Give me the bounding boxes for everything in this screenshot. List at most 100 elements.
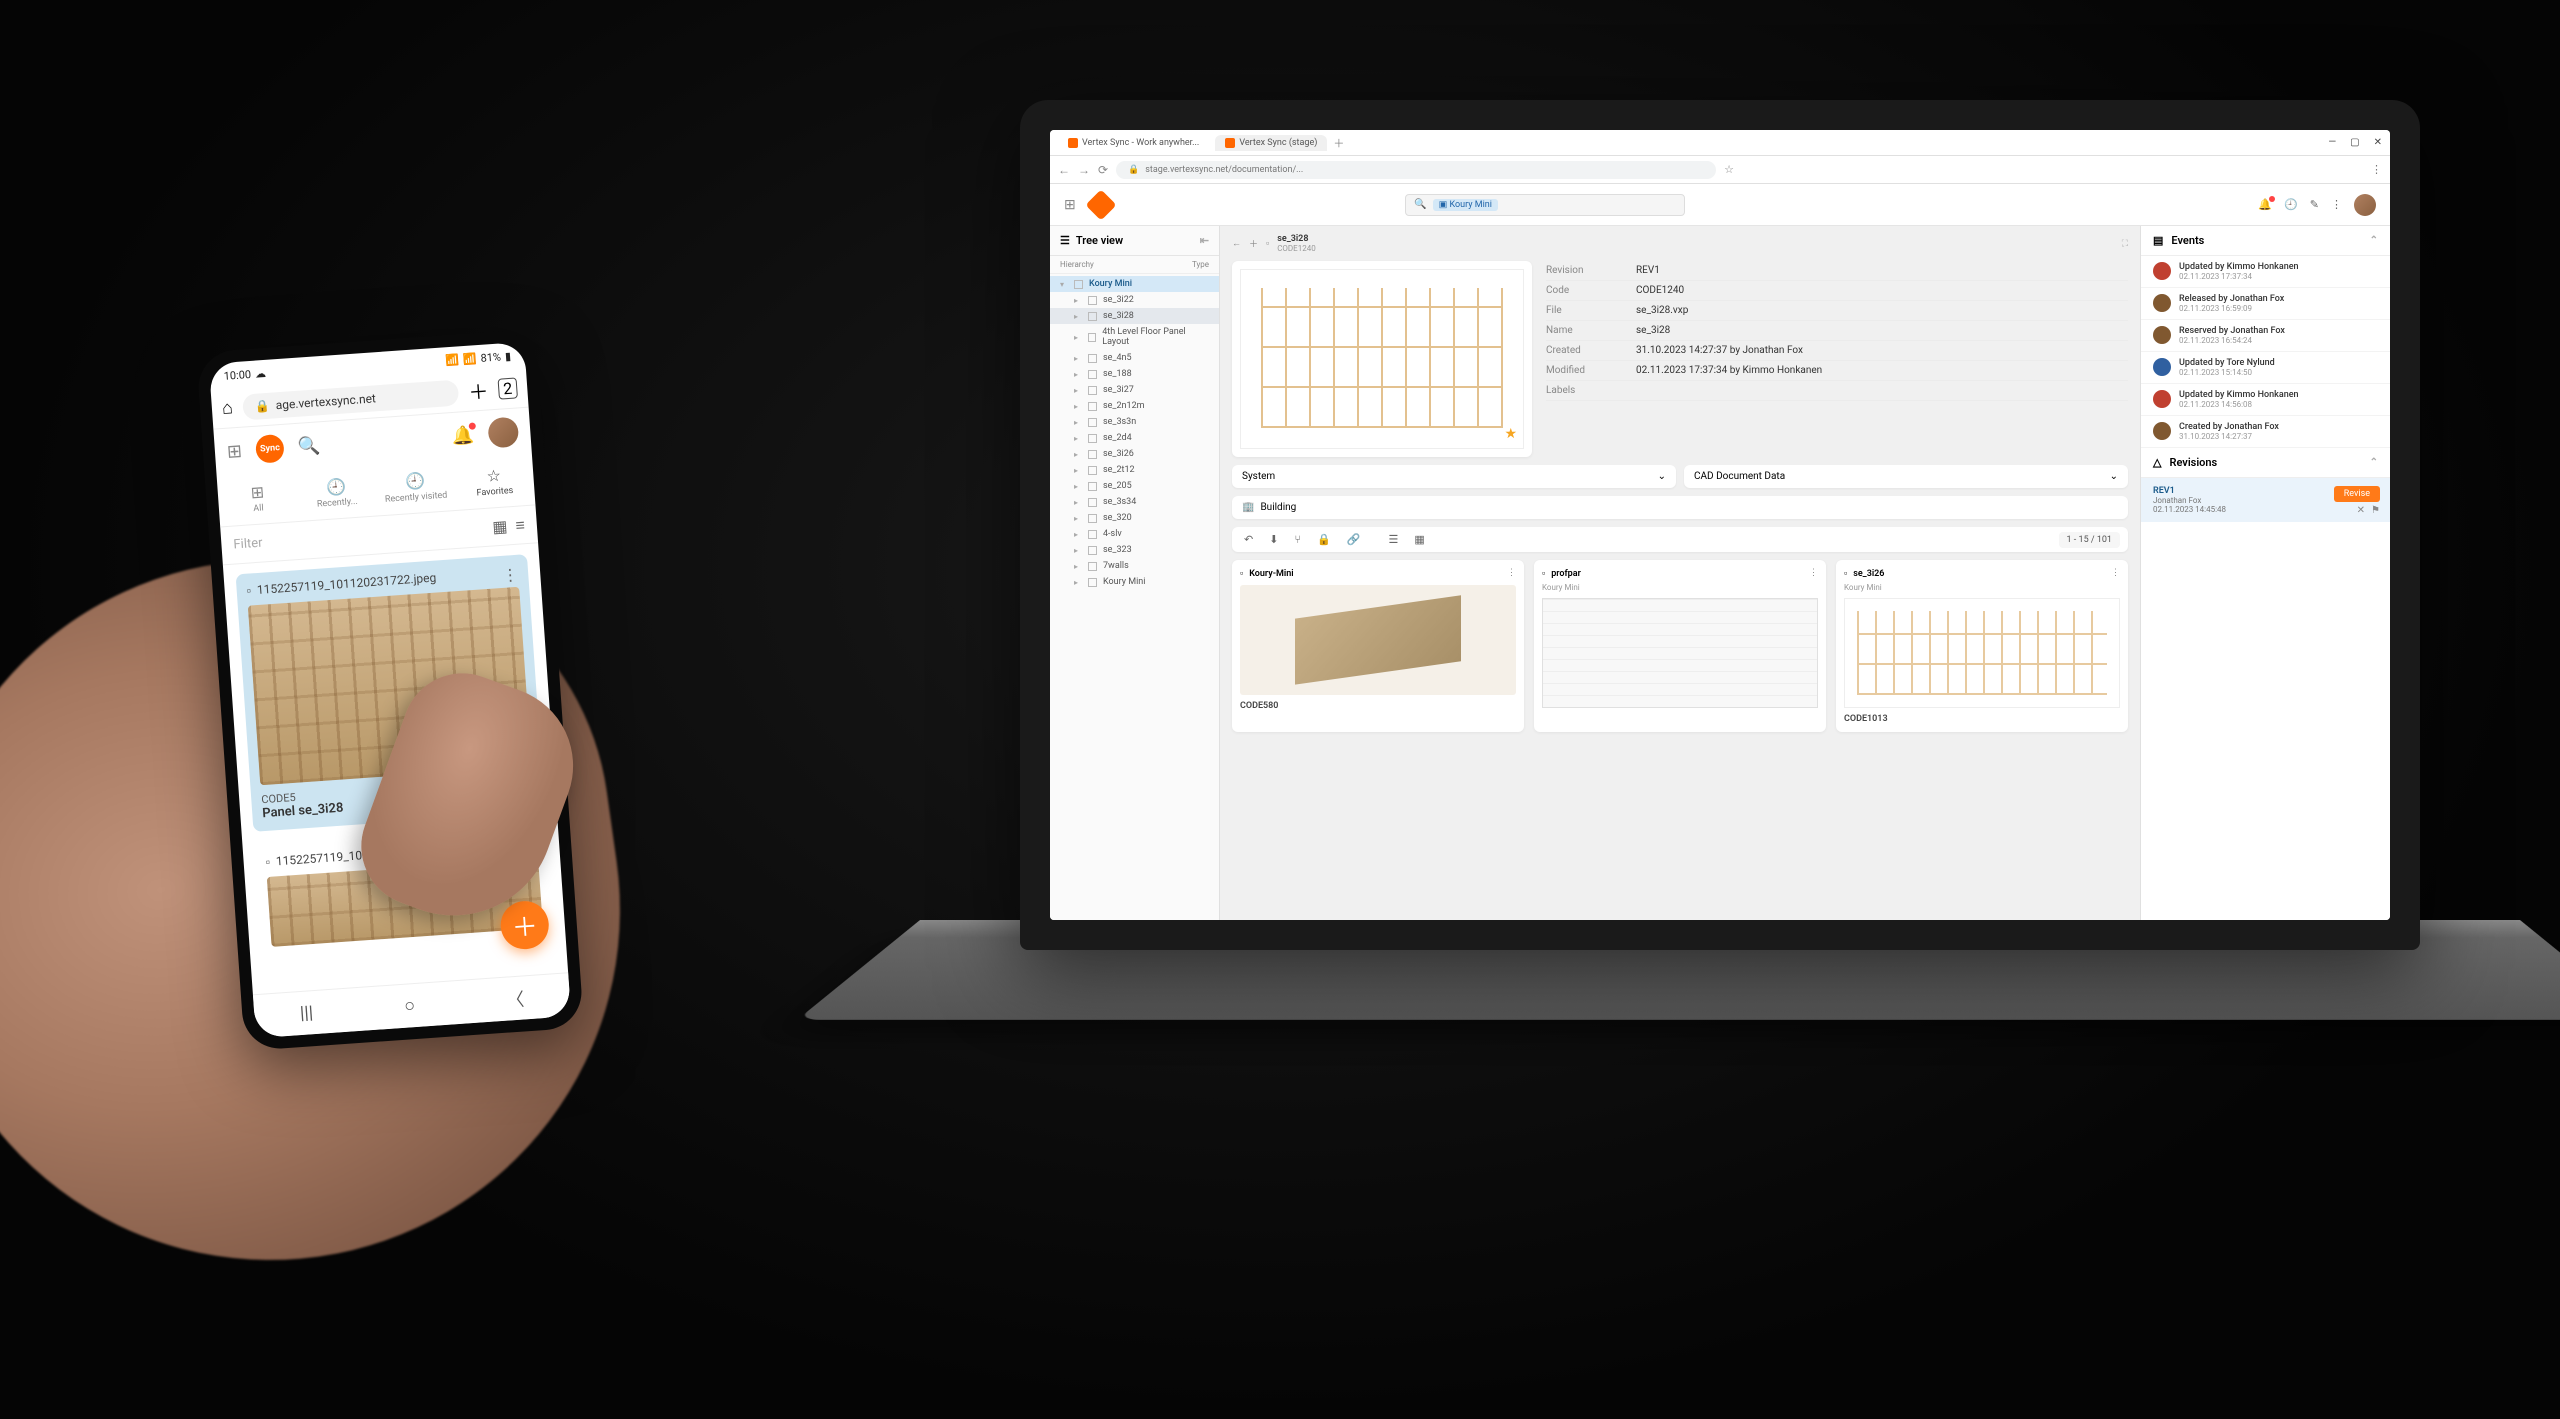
tree-item[interactable]: ▸4th Level Floor Panel Layout <box>1050 324 1219 350</box>
branch-icon[interactable]: ⑂ <box>1290 531 1305 548</box>
event-avatar <box>2153 326 2171 344</box>
tree-item[interactable]: ▸se_323 <box>1050 542 1219 558</box>
pager[interactable]: 1 - 15 / 101 <box>2059 532 2120 548</box>
card-more-icon[interactable]: ⋮ <box>1507 568 1516 578</box>
user-avatar[interactable] <box>2354 194 2376 216</box>
grid-view-icon[interactable]: ▦ <box>1410 531 1428 548</box>
apps-grid-icon[interactable]: ⊞ <box>226 440 243 462</box>
tree-item[interactable]: ▸Koury Mini <box>1050 574 1219 590</box>
window-minimize-icon[interactable]: — <box>2328 137 2336 148</box>
event-item[interactable]: Updated by Kimmo Honkanen02.11.2023 14:5… <box>2141 384 2390 416</box>
address-input[interactable]: 🔒 stage.vertexsync.net/documentation/... <box>1116 161 1716 179</box>
forward-icon[interactable]: → <box>1078 163 1090 177</box>
grid-view-icon[interactable]: ▦ <box>492 516 508 536</box>
lock-icon[interactable]: 🔒 <box>1313 531 1335 548</box>
meta-row: CodeCODE1240 <box>1546 281 2128 301</box>
compare-icon[interactable]: ✕ <box>2357 505 2365 516</box>
content-card[interactable]: ▫Koury-Mini⋮CODE580 <box>1232 560 1524 732</box>
event-item[interactable]: Reserved by Jonathan Fox02.11.2023 16:54… <box>2141 320 2390 352</box>
bookmark-star-icon[interactable]: ☆ <box>1724 163 1734 176</box>
drawing-preview[interactable]: ★ <box>1240 269 1524 449</box>
download-icon[interactable]: ⬇ <box>1265 531 1282 548</box>
revise-button[interactable]: Revise <box>2334 486 2380 502</box>
card-more-icon[interactable]: ⋮ <box>1809 568 1818 578</box>
phone-tab[interactable]: 🕘Recently... <box>295 465 377 521</box>
tree-item[interactable]: ▸se_3s34 <box>1050 494 1219 510</box>
new-tab-icon[interactable]: ＋ <box>467 375 489 405</box>
phone-tab[interactable]: ⊞All <box>217 470 299 526</box>
revisions-header[interactable]: △ Revisions ⌃ <box>2141 448 2390 478</box>
browser-tab-1[interactable]: Vertex Sync - Work anywher... <box>1058 135 1209 151</box>
expand-icon[interactable]: ⛶ <box>2122 239 2128 249</box>
event-item[interactable]: Updated by Kimmo Honkanen02.11.2023 17:3… <box>2141 256 2390 288</box>
phone-tab[interactable]: 🕘Recently visited <box>374 459 456 515</box>
content-card[interactable]: ▫se_3i26Koury Mini⋮CODE1013 <box>1836 560 2128 732</box>
app-logo-icon[interactable]: Sync <box>255 434 285 464</box>
tree-item[interactable]: ▸se_3i26 <box>1050 446 1219 462</box>
home-icon[interactable]: ○ <box>404 995 416 1017</box>
tree-item[interactable]: ▸se_188 <box>1050 366 1219 382</box>
tree-item[interactable]: ▸4-slv <box>1050 526 1219 542</box>
add-icon[interactable]: ＋ <box>1249 237 1258 250</box>
tree-item[interactable]: ▾Koury Mini <box>1050 276 1219 292</box>
tree-item[interactable]: ▸se_4n5 <box>1050 350 1219 366</box>
building-icon: 🏢 <box>1242 502 1254 513</box>
window-close-icon[interactable]: ✕ <box>2374 137 2382 148</box>
sort-icon[interactable]: ≡ <box>515 515 526 536</box>
section-building[interactable]: 🏢 Building <box>1232 496 2128 519</box>
history-icon[interactable]: 🕘 <box>2284 198 2298 211</box>
apps-grid-icon[interactable]: ⊞ <box>1064 197 1076 213</box>
tree-item[interactable]: ▸se_205 <box>1050 478 1219 494</box>
new-tab-button[interactable]: ＋ <box>1333 135 1344 151</box>
filter-input[interactable]: Filter <box>233 520 485 553</box>
collapse-icon[interactable]: ⇤ <box>1200 234 1209 247</box>
back-icon[interactable]: 〈 <box>505 985 525 1012</box>
recents-icon[interactable]: ||| <box>299 1002 314 1024</box>
tree-item[interactable]: ▸se_3i27 <box>1050 382 1219 398</box>
edit-icon[interactable]: ✎ <box>2310 198 2319 211</box>
events-header[interactable]: ▤ Events ⌃ <box>2141 226 2390 256</box>
notifications-icon[interactable]: 🔔 <box>2258 198 2272 211</box>
tree-item[interactable]: ▸se_2n12m <box>1050 398 1219 414</box>
browser-tab-2[interactable]: Vertex Sync (stage) <box>1215 135 1327 151</box>
tag-icon[interactable]: ⚑ <box>2371 505 2380 516</box>
more-icon[interactable]: ⋮ <box>2331 198 2342 211</box>
calendar-icon: ▤ <box>2153 234 2163 247</box>
app-logo-icon[interactable] <box>1085 189 1116 220</box>
section-system[interactable]: System ⌄ <box>1232 465 1676 488</box>
tabs-icon[interactable]: 2 <box>498 377 518 399</box>
tree-item[interactable]: ▸se_3i28 <box>1050 308 1219 324</box>
global-search[interactable]: 🔍 ▣ Koury Mini <box>1405 194 1685 216</box>
tree-item[interactable]: ▸se_320 <box>1050 510 1219 526</box>
card-more-icon[interactable]: ⋮ <box>2111 568 2120 578</box>
search-chip[interactable]: ▣ Koury Mini <box>1433 199 1498 211</box>
revision-item[interactable]: REV1 Jonathan Fox 02.11.2023 14:45:48 Re… <box>2141 478 2390 522</box>
back-icon[interactable]: ← <box>1058 163 1070 177</box>
chevron-down-icon: ⌄ <box>1658 471 1666 482</box>
notifications-icon[interactable]: 🔔 <box>451 424 475 447</box>
tree-item[interactable]: ▸se_2t12 <box>1050 462 1219 478</box>
tree-item[interactable]: ▸7walls <box>1050 558 1219 574</box>
tree-item[interactable]: ▸se_3s3n <box>1050 414 1219 430</box>
event-item[interactable]: Released by Jonathan Fox02.11.2023 16:59… <box>2141 288 2390 320</box>
favorite-star-icon[interactable]: ★ <box>1504 426 1517 442</box>
reload-icon[interactable]: ⟳ <box>1098 163 1108 177</box>
section-caddoc[interactable]: CAD Document Data ⌄ <box>1684 465 2128 488</box>
event-item[interactable]: Updated by Tore Nylund02.11.2023 15:14:5… <box>2141 352 2390 384</box>
card-more-icon[interactable]: ⋮ <box>502 565 519 585</box>
card-filename: 1152257119_101120231722.jpeg <box>256 571 436 597</box>
window-maximize-icon[interactable]: ▢ <box>2350 137 2359 148</box>
tree-item[interactable]: ▸se_3i22 <box>1050 292 1219 308</box>
user-avatar[interactable] <box>487 416 519 448</box>
tree-item[interactable]: ▸se_2d4 <box>1050 430 1219 446</box>
link-icon[interactable]: 🔗 <box>1343 531 1365 548</box>
back-arrow-icon[interactable]: ← <box>1232 238 1241 249</box>
extension-icon[interactable]: ⋮ <box>2371 163 2382 176</box>
event-item[interactable]: Created by Jonathan Fox31.10.2023 14:27:… <box>2141 416 2390 448</box>
list-view-icon[interactable]: ☰ <box>1384 531 1402 548</box>
search-icon[interactable]: 🔍 <box>297 435 321 458</box>
undo-icon[interactable]: ↶ <box>1240 531 1257 548</box>
phone-tab[interactable]: ☆Favorites <box>453 454 535 510</box>
home-icon[interactable]: ⌂ <box>221 397 233 419</box>
content-card[interactable]: ▫profparKoury Mini⋮ <box>1534 560 1826 732</box>
